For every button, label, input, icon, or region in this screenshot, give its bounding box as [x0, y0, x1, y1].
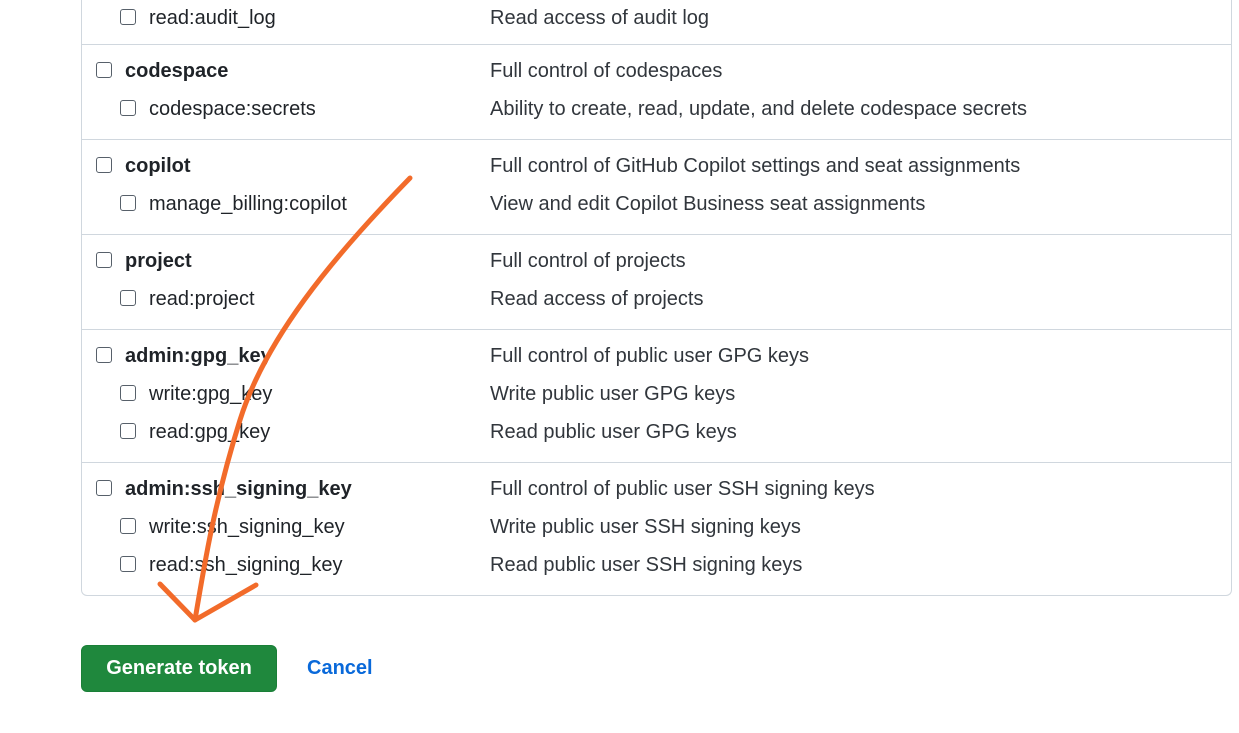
scope-checkbox[interactable] — [120, 385, 136, 401]
scope-row-child: read:audit_log Read access of audit log — [82, 0, 1231, 38]
scope-row-parent: project Full control of projects — [82, 243, 1231, 281]
scope-description: Read access of projects — [490, 288, 704, 310]
scope-row-parent: codespace Full control of codespaces — [82, 53, 1231, 91]
scope-checkbox[interactable] — [120, 9, 136, 25]
scope-description: Full control of public user SSH signing … — [490, 478, 875, 500]
scope-group: admin:ssh_signing_key Full control of pub… — [82, 462, 1231, 595]
scope-row-child: read:ssh_signing_key Read public user SSH… — [82, 547, 1231, 585]
scope-row-child: read:gpg_key Read public user GPG keys — [82, 414, 1231, 452]
scope-checkbox[interactable] — [120, 290, 136, 306]
scope-name: read:project — [149, 288, 255, 310]
scope-checkbox[interactable] — [96, 62, 112, 78]
scope-description: Full control of projects — [490, 250, 686, 272]
scope-description: Write public user GPG keys — [490, 383, 736, 405]
scope-description: Write public user SSH signing keys — [490, 516, 801, 538]
scope-description: Full control of GitHub Copilot settings … — [490, 155, 1021, 177]
scope-description: Full control of codespaces — [490, 60, 723, 82]
scope-checkbox[interactable] — [120, 100, 136, 116]
scope-name: admin:gpg_key — [125, 345, 272, 367]
scope-name: codespace:secrets — [149, 98, 316, 120]
scope-name: read:ssh_signing_key — [149, 554, 343, 576]
scope-group: read:audit_log Read access of audit log — [82, 0, 1231, 44]
scope-name: codespace — [125, 60, 229, 82]
scope-checkbox[interactable] — [120, 423, 136, 439]
scope-name: read:gpg_key — [149, 421, 271, 443]
scope-description: Read public user GPG keys — [490, 421, 737, 443]
scope-row-child: manage_billing:copilot View and edit Copi… — [82, 186, 1231, 224]
scope-name: copilot — [125, 155, 191, 177]
scope-checkbox[interactable] — [120, 556, 136, 572]
scope-checkbox[interactable] — [120, 518, 136, 534]
scope-name: project — [125, 250, 192, 272]
scope-row-child: write:gpg_key Write public user GPG keys — [82, 376, 1231, 414]
scope-row-child: read:project Read access of projects — [82, 281, 1231, 319]
token-scopes-page: read:audit_log Read access of audit log co… — [0, 0, 1239, 733]
scope-row-child: write:ssh_signing_key Write public user S… — [82, 509, 1231, 547]
scope-checkbox[interactable] — [96, 252, 112, 268]
scope-name: manage_billing:copilot — [149, 193, 347, 215]
generate-token-button[interactable]: Generate token — [81, 645, 277, 692]
scope-name: admin:ssh_signing_key — [125, 478, 352, 500]
scope-checkbox[interactable] — [96, 157, 112, 173]
scope-checkbox[interactable] — [96, 347, 112, 363]
scope-row-parent: admin:ssh_signing_key Full control of pub… — [82, 471, 1231, 509]
scope-name: write:ssh_signing_key — [149, 516, 345, 538]
scope-row-parent: admin:gpg_key Full control of public user… — [82, 338, 1231, 376]
scope-group: project Full control of projects read:proj… — [82, 234, 1231, 329]
scope-row-child: codespace:secrets Ability to create, read… — [82, 91, 1231, 129]
scope-group: codespace Full control of codespaces codes… — [82, 44, 1231, 139]
scope-group: copilot Full control of GitHub Copilot se… — [82, 139, 1231, 234]
cancel-link[interactable]: Cancel — [307, 657, 373, 680]
scope-description: Read access of audit log — [490, 7, 710, 29]
scope-description: View and edit Copilot Business seat assi… — [490, 193, 926, 215]
scope-row-parent: copilot Full control of GitHub Copilot se… — [82, 148, 1231, 186]
scope-description: Read public user SSH signing keys — [490, 554, 803, 576]
scope-name: read:audit_log — [149, 7, 276, 29]
scope-name: write:gpg_key — [149, 383, 273, 405]
scope-group: admin:gpg_key Full control of public user… — [82, 329, 1231, 462]
scope-description: Full control of public user GPG keys — [490, 345, 810, 367]
scope-description: Ability to create, read, update, and del… — [490, 98, 1028, 120]
scope-checkbox[interactable] — [120, 195, 136, 211]
scope-checkbox[interactable] — [96, 480, 112, 496]
scopes-list: read:audit_log Read access of audit log co… — [81, 0, 1232, 596]
